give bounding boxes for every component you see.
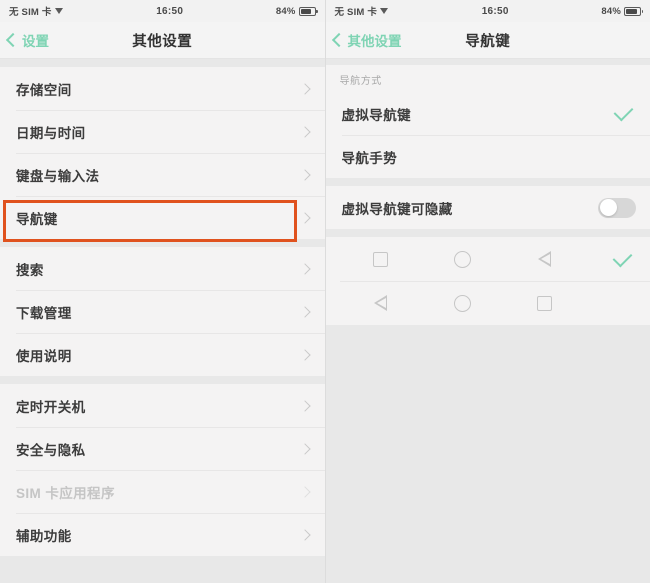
chevron-right-icon — [298, 348, 311, 361]
hideable-toggle-switch[interactable] — [598, 197, 636, 218]
back-button-label: 其他设置 — [347, 34, 402, 49]
home-circle-icon — [453, 249, 473, 269]
option-label: 虚拟导航键 — [341, 107, 411, 123]
chevron-left-icon — [5, 32, 21, 48]
list-item-sim-toolkit: SIM 卡应用程序 — [0, 470, 325, 513]
carrier-label: 无 SIM 卡 — [334, 7, 378, 18]
status-bar-carrier-group: 无 SIM 卡 — [9, 4, 64, 18]
option-label: 导航手势 — [341, 150, 398, 166]
battery-percent-label: 84% — [601, 5, 621, 17]
list-item-navigation-keys[interactable]: 导航键 — [0, 196, 325, 239]
list-item-keyboard-input[interactable]: 键盘与输入法 — [0, 153, 325, 196]
carrier-label: 无 SIM 卡 — [9, 7, 52, 18]
section-header-navigation-mode: 导航方式 — [325, 65, 650, 92]
list-item-label: 安全与隐私 — [16, 442, 86, 458]
recents-square-icon — [535, 293, 555, 313]
list-item-storage[interactable]: 存储空间 — [0, 67, 325, 110]
list-item-search[interactable]: 搜索 — [0, 247, 325, 290]
navigation-keys-settings[interactable]: 导航方式 虚拟导航键 导航手势 虚拟导航键可隐藏 — [325, 59, 650, 583]
settings-list-left[interactable]: 存储空间 日期与时间 键盘与输入法 导航键 搜索 下载管理 使用说明 定时开关机… — [0, 59, 325, 583]
chevron-left-icon — [331, 32, 346, 48]
navkey-layout-group — [325, 237, 650, 325]
status-bar-carrier-group: 无 SIM 卡 — [335, 4, 390, 18]
list-item-label: 键盘与输入法 — [16, 168, 100, 184]
chevron-right-icon — [298, 168, 311, 181]
back-button-right[interactable]: 其他设置 — [326, 30, 402, 50]
navkey-layout-preview-2 — [326, 293, 613, 313]
chevron-right-icon — [298, 442, 311, 455]
hideable-toggle-group: 虚拟导航键可隐藏 — [325, 186, 650, 229]
back-button-left[interactable]: 设置 — [0, 30, 49, 50]
settings-group-2: 搜索 下载管理 使用说明 — [0, 247, 325, 376]
check-icon — [612, 247, 632, 267]
option-nav-gestures[interactable]: 导航手势 — [326, 135, 650, 178]
chevron-right-icon — [298, 528, 311, 541]
list-item-download-manager[interactable]: 下载管理 — [0, 290, 325, 333]
list-item-accessibility[interactable]: 辅助功能 — [0, 513, 325, 556]
chevron-right-icon — [298, 211, 311, 224]
wifi-icon — [54, 7, 64, 15]
list-item-label: 日期与时间 — [16, 125, 86, 141]
back-button-label: 设置 — [22, 34, 49, 49]
back-triangle-icon — [535, 249, 555, 269]
status-bar-clock: 16:50 — [481, 5, 509, 17]
list-item-security-privacy[interactable]: 安全与隐私 — [0, 427, 325, 470]
navbar-left: 设置 其他设置 — [0, 22, 325, 59]
option-virtual-nav-keys[interactable]: 虚拟导航键 — [326, 92, 650, 135]
navbar-right: 其他设置 导航键 — [325, 22, 650, 59]
status-bar-left: 无 SIM 卡 16:50 84% — [0, 0, 325, 22]
right-phone-panel: 无 SIM 卡 16:50 84% 其他设置 导航键 导航方式 虚拟导航键 导航… — [325, 0, 650, 583]
navigation-mode-group: 导航方式 虚拟导航键 导航手势 — [325, 65, 650, 178]
back-triangle-icon — [371, 293, 391, 313]
battery-icon — [624, 6, 643, 16]
navkey-layout-check-1 — [612, 247, 638, 267]
chevron-right-icon — [298, 262, 311, 275]
battery-percent-label: 84% — [275, 5, 296, 17]
wifi-icon — [380, 7, 389, 15]
settings-group-3: 定时开关机 安全与隐私 SIM 卡应用程序 辅助功能 — [0, 384, 325, 556]
list-item-label: 导航键 — [16, 211, 58, 227]
list-item-user-guide[interactable]: 使用说明 — [0, 333, 325, 376]
chevron-right-icon — [298, 305, 311, 318]
list-item-label: 定时开关机 — [16, 399, 86, 415]
chevron-right-icon — [298, 82, 311, 95]
status-bar-battery-group: 84% — [601, 5, 643, 17]
settings-group-1: 存储空间 日期与时间 键盘与输入法 导航键 — [0, 67, 325, 239]
list-item-label: 辅助功能 — [16, 528, 72, 544]
list-item-date-time[interactable]: 日期与时间 — [0, 110, 325, 153]
check-icon — [613, 101, 634, 122]
navkey-layout-option-2[interactable] — [326, 281, 650, 325]
dual-screenshot-container: 无 SIM 卡 16:50 84% 设置 其他设置 存储空间 日期与时间 键盘与… — [0, 0, 650, 583]
recents-square-icon — [371, 249, 391, 269]
list-item-label: 搜索 — [16, 262, 44, 278]
chevron-right-icon — [298, 399, 311, 412]
left-phone-panel: 无 SIM 卡 16:50 84% 设置 其他设置 存储空间 日期与时间 键盘与… — [0, 0, 326, 583]
status-bar-battery-group: 84% — [275, 5, 318, 17]
row-virtual-nav-hideable[interactable]: 虚拟导航键可隐藏 — [326, 186, 650, 229]
list-item-label: 下载管理 — [16, 305, 72, 321]
chevron-right-icon — [298, 125, 311, 138]
navkey-layout-preview-1 — [326, 249, 613, 269]
toggle-row-label: 虚拟导航键可隐藏 — [341, 201, 453, 217]
list-item-label: 使用说明 — [16, 348, 72, 364]
status-bar-clock: 16:50 — [156, 5, 184, 17]
navkey-layout-option-1[interactable] — [326, 237, 650, 281]
list-item-label: 存储空间 — [16, 82, 72, 98]
home-circle-icon — [453, 293, 473, 313]
battery-icon — [298, 6, 318, 16]
list-item-scheduled-power[interactable]: 定时开关机 — [0, 384, 325, 427]
list-item-label: SIM 卡应用程序 — [16, 485, 115, 501]
chevron-right-icon — [298, 485, 311, 498]
status-bar-right: 无 SIM 卡 16:50 84% — [325, 0, 650, 22]
